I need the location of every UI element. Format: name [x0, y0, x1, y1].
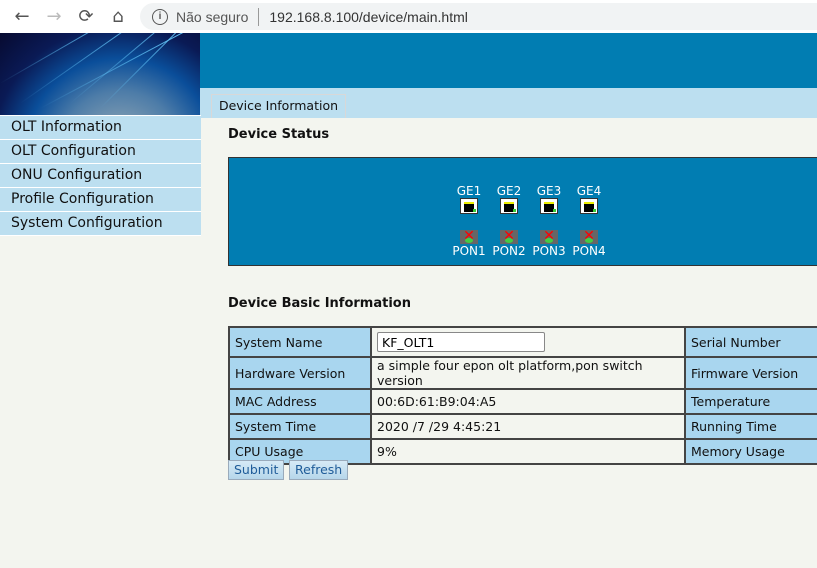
- port-label: PON3: [532, 244, 566, 258]
- address-bar[interactable]: i Não seguro 192.168.8.100/device/main.h…: [140, 3, 817, 30]
- port-pon2[interactable]: ✕ PON2: [489, 229, 529, 258]
- label-cell: Memory Usage: [684, 438, 817, 465]
- sidebar-item-olt-information[interactable]: OLT Information: [0, 115, 201, 140]
- banner-image: [0, 33, 200, 115]
- value-cell: 00:6D:61:B9:04:A5: [370, 388, 686, 415]
- tab-bar: Device Information: [200, 88, 817, 118]
- value-cell: a simple four epon olt platform,pon swit…: [370, 356, 686, 390]
- port-ge2[interactable]: GE2: [489, 184, 529, 214]
- sidebar-item-profile-configuration[interactable]: Profile Configuration: [0, 187, 201, 212]
- submit-button[interactable]: Submit: [228, 460, 285, 480]
- back-icon[interactable]: ←: [6, 6, 38, 27]
- label-cell: System Time: [228, 413, 372, 440]
- value-cell: 9%: [370, 438, 686, 465]
- table-row: System Time 2020 /7 /29 4:45:21 Running Ti…: [228, 413, 817, 440]
- port-label: PON2: [492, 244, 526, 258]
- pon-down-icon: ✕: [500, 229, 518, 244]
- port-label: PON4: [572, 244, 606, 258]
- sidebar-item-olt-configuration[interactable]: OLT Configuration: [0, 139, 201, 164]
- info-icon[interactable]: i: [152, 8, 168, 25]
- pon-down-icon: ✕: [540, 229, 558, 244]
- port-pon1[interactable]: ✕ PON1: [449, 229, 489, 258]
- port-ge3[interactable]: GE3: [529, 184, 569, 214]
- basic-info-table: System Name Serial Number Hardware Versio…: [228, 326, 817, 465]
- device-status-heading: Device Status: [228, 127, 330, 142]
- divider: [258, 7, 260, 26]
- reload-icon[interactable]: ⟳: [70, 6, 102, 27]
- ethernet-port-icon: [580, 198, 598, 214]
- refresh-button[interactable]: Refresh: [289, 460, 349, 480]
- ethernet-port-icon: [540, 198, 558, 214]
- sidebar: OLT Information OLT Configuration ONU Co…: [0, 115, 201, 236]
- port-label: GE2: [496, 184, 522, 198]
- system-name-input[interactable]: [377, 332, 545, 352]
- device-status-panel: GE1 GE2 GE3 GE4 ✕ PON1 ✕ PON2 ✕ PON3 ✕ PON4: [228, 157, 817, 266]
- table-row: MAC Address 00:6D:61:B9:04:A5 Temperature: [228, 388, 817, 415]
- port-pon3[interactable]: ✕ PON3: [529, 229, 569, 258]
- label-cell: Temperature: [684, 388, 817, 415]
- port-pon4[interactable]: ✕ PON4: [569, 229, 609, 258]
- label-cell: Firmware Version: [684, 356, 817, 390]
- sidebar-item-system-configuration[interactable]: System Configuration: [0, 211, 201, 236]
- port-ge1[interactable]: GE1: [449, 184, 489, 214]
- port-label: GE4: [576, 184, 602, 198]
- label-cell: MAC Address: [228, 388, 372, 415]
- security-label: Não seguro: [176, 8, 249, 25]
- label-cell: System Name: [228, 326, 372, 358]
- pon-down-icon: ✕: [460, 229, 478, 244]
- value-cell: [370, 326, 686, 358]
- port-label: GE1: [456, 184, 482, 198]
- sidebar-item-onu-configuration[interactable]: ONU Configuration: [0, 163, 201, 188]
- pon-down-icon: ✕: [580, 229, 598, 244]
- table-row: Hardware Version a simple four epon olt p…: [228, 356, 817, 390]
- url-text[interactable]: 192.168.8.100/device/main.html: [269, 9, 467, 25]
- label-cell: Running Time: [684, 413, 817, 440]
- home-icon[interactable]: ⌂: [102, 6, 134, 27]
- table-row: System Name Serial Number: [228, 326, 817, 358]
- ethernet-port-icon: [460, 198, 478, 214]
- port-label: PON1: [452, 244, 486, 258]
- header-bar: [200, 33, 817, 88]
- browser-toolbar: ← → ⟳ ⌂ i Não seguro 192.168.8.100/devic…: [0, 0, 817, 33]
- port-label: GE3: [536, 184, 562, 198]
- label-cell: Hardware Version: [228, 356, 372, 390]
- forward-icon[interactable]: →: [38, 6, 70, 27]
- ethernet-port-icon: [500, 198, 518, 214]
- port-ge4[interactable]: GE4: [569, 184, 609, 214]
- label-cell: Serial Number: [684, 326, 817, 358]
- tab-device-information[interactable]: Device Information: [211, 94, 346, 118]
- value-cell: 2020 /7 /29 4:45:21: [370, 413, 686, 440]
- basic-info-heading: Device Basic Information: [228, 296, 411, 311]
